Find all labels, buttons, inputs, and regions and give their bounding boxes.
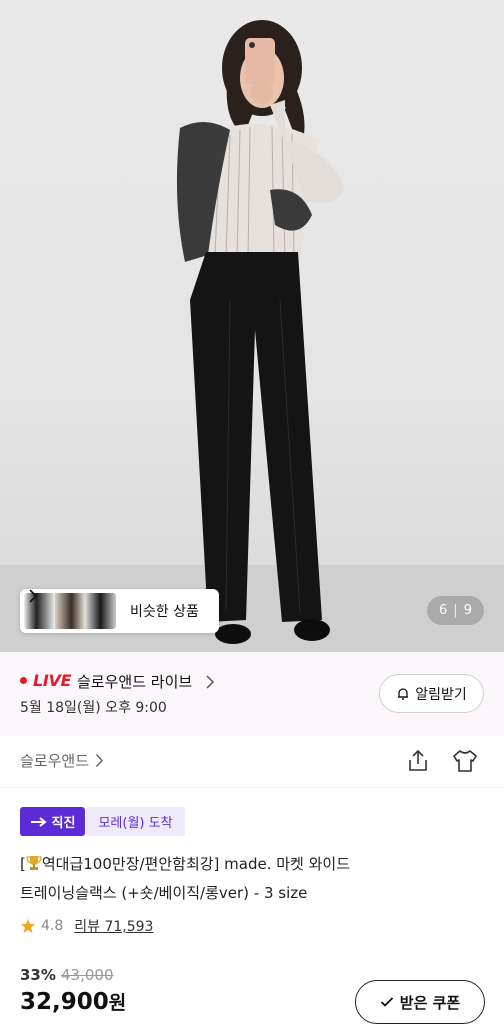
title-line-2: 트레이닝슬랙스 (+숏/베이직/롱ver) - 3 size — [20, 884, 308, 902]
live-store-link[interactable]: 슬로우앤드 라이브 — [77, 671, 192, 692]
sale-price: 32,900원 — [20, 988, 126, 1015]
live-tag: LIVE — [33, 671, 72, 690]
product-image[interactable]: 비슷한 상품 6 | 9 — [0, 0, 504, 652]
discount-rate: 33% — [20, 966, 56, 984]
sale-price-value: 32,900 — [20, 989, 109, 1015]
product-title: [ 역대급100만장/편안함최강] made. 마켓 와이드 트레이닝슬랙스 (… — [20, 850, 490, 908]
review-count-link[interactable]: 리뷰 71,593 — [74, 916, 153, 936]
chevron-right-icon — [95, 753, 104, 768]
coupon-label: 받은 쿠폰 — [399, 993, 461, 1012]
trophy-icon — [26, 856, 42, 870]
rating-score: 4.8 — [41, 918, 64, 934]
direct-badge-label: 직진 — [51, 816, 76, 831]
image-counter-separator: | — [453, 603, 458, 618]
similar-products-label: 비슷한 상품 — [130, 604, 199, 620]
notify-button[interactable]: 알림받기 — [379, 674, 484, 713]
arrival-badge: 모레(월) 도착 — [86, 807, 185, 836]
live-dot-icon — [20, 677, 27, 684]
currency-label: 원 — [108, 992, 127, 1014]
title-line-1: 역대급100만장/편안함최강] made. 마켓 와이드 — [41, 855, 351, 873]
fast-arrow-icon — [30, 816, 47, 827]
model-photo — [0, 20, 504, 652]
check-icon — [380, 997, 393, 1007]
share-icon[interactable] — [405, 748, 431, 774]
chevron-right-icon — [29, 589, 38, 603]
notify-label: 알림받기 — [415, 686, 467, 703]
store-name: 슬로우앤드 — [20, 752, 90, 770]
image-total: 9 — [463, 603, 472, 618]
rating-row: 4.8 리뷰 71,593 — [20, 916, 153, 936]
coupon-button[interactable]: 받은 쿠폰 — [355, 980, 485, 1024]
live-schedule: 5월 18일(월) 오후 9:00 — [20, 700, 167, 716]
image-current: 6 — [439, 603, 448, 618]
image-counter: 6 | 9 — [427, 596, 484, 625]
similar-products-button[interactable]: 비슷한 상품 — [20, 589, 219, 633]
chevron-right-icon — [206, 675, 215, 689]
original-price: 43,000 — [61, 966, 114, 984]
store-link[interactable]: 슬로우앤드 — [20, 750, 104, 771]
bell-plus-icon — [398, 687, 409, 700]
star-icon — [21, 919, 35, 933]
direct-badge: 직진 — [20, 807, 85, 836]
closet-icon[interactable] — [450, 748, 480, 774]
